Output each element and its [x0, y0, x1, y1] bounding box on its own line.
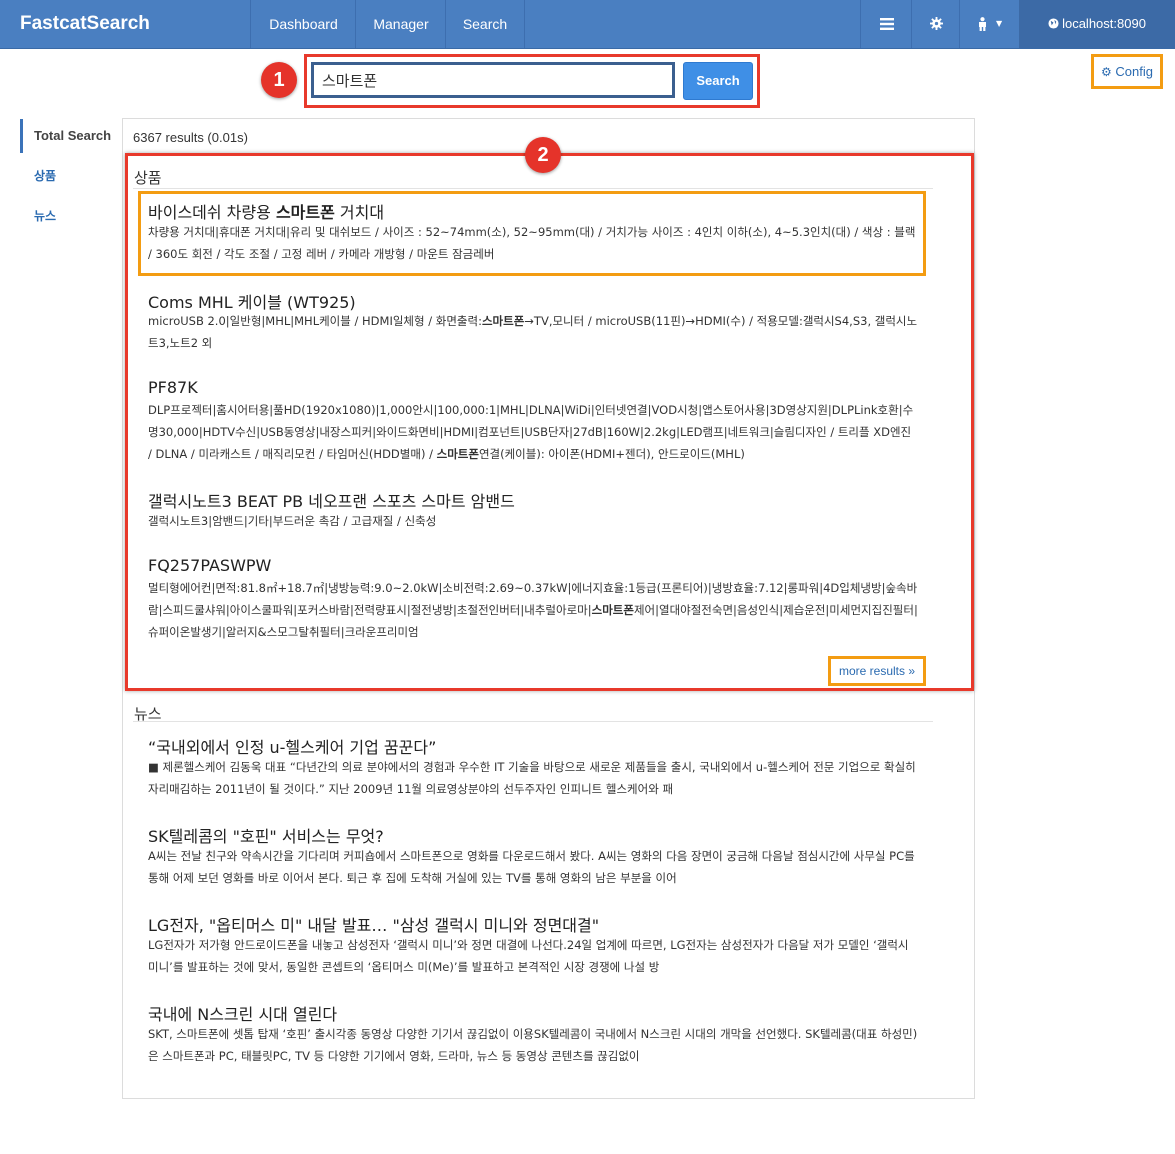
sidebar-item-products[interactable]: 상품 — [34, 167, 56, 184]
news-description: ■ 제론헬스케어 김동욱 대표 “다년간의 의료 분야에서의 경험과 우수한 I… — [148, 760, 916, 796]
host-selector[interactable]: localhost:8090 — [1019, 0, 1175, 48]
user-menu[interactable]: ▼ — [959, 0, 1020, 48]
section-divider — [133, 721, 933, 722]
nav-dashboard[interactable]: Dashboard — [250, 0, 356, 48]
section-divider — [133, 188, 933, 189]
callout-badge-1: 1 — [261, 62, 297, 98]
section-title-products: 상품 — [134, 169, 162, 187]
gear-icon[interactable] — [911, 0, 960, 48]
nav-search[interactable]: Search — [445, 0, 525, 48]
more-results-link[interactable]: more results » — [828, 656, 926, 686]
search-button[interactable]: Search — [683, 62, 753, 100]
news-title[interactable]: LG전자, "옵티머스 미" 내달 발표… "삼성 갤럭시 미니와 정면대결" — [148, 912, 599, 936]
news-title[interactable]: “국내외에서 인정 u-헬스케어 기업 꿈꾼다” — [148, 734, 436, 758]
sidebar-item-total-search[interactable]: Total Search — [20, 119, 122, 153]
config-label: Config — [1115, 64, 1153, 79]
user-icon — [978, 17, 986, 31]
config-button[interactable]: ⚙ Config — [1091, 54, 1163, 89]
brand-logo[interactable]: FastcatSearch — [20, 0, 150, 48]
product-description: microUSB 2.0|일반형|MHL|MHL케이블 / HDMI일체형 / … — [148, 314, 918, 350]
result-count: 6367 results (0.01s) — [133, 130, 248, 145]
host-label: localhost:8090 — [1062, 16, 1146, 31]
search-input[interactable] — [311, 62, 675, 98]
news-description: SKT, 스마트폰에 셋톱 탑재 ‘호핀’ 출시각종 동영상 다양한 기기서 끊… — [148, 1027, 918, 1063]
product-title[interactable]: 바이스데쉬 차량용 스마트폰 거치대 — [148, 199, 384, 223]
news-title[interactable]: 국내에 N스크린 시대 열린다 — [148, 1001, 337, 1025]
product-description: 차량용 거치대|휴대폰 거치대|유리 및 대쉬보드 / 사이즈 : 52~74m… — [148, 225, 916, 261]
news-description: A씨는 전날 친구와 약속시간을 기다리며 커피숍에서 스마트폰으로 영화를 다… — [148, 849, 915, 885]
list-icon[interactable] — [860, 0, 912, 48]
chevron-down-icon: ▼ — [995, 19, 1003, 28]
product-title[interactable]: FQ257PASWPW — [148, 556, 271, 575]
news-title[interactable]: SK텔레콤의 "호핀" 서비스는 무엇? — [148, 823, 384, 847]
product-title[interactable]: 갤럭시노트3 BEAT PB 네오프랜 스포츠 스마트 암밴드 — [148, 488, 515, 512]
top-navbar: FastcatSearch Dashboard Manager Search ▼… — [0, 0, 1175, 49]
callout-badge-2: 2 — [525, 137, 561, 173]
product-title[interactable]: PF87K — [148, 378, 198, 397]
product-description: 갤럭시노트3|암밴드|기타|부드러운 촉감 / 고급재질 / 신축성 — [148, 514, 437, 528]
globe-icon — [1048, 18, 1059, 29]
gear-icon: ⚙ — [1101, 65, 1112, 79]
product-description: 멀티형에어컨|면적:81.8㎡+18.7㎡|냉방능력:9.0~2.0kW|소비전… — [148, 581, 918, 639]
product-description: DLP프로젝터|홈시어터용|풀HD(1920x1080)|1,000안시|100… — [148, 403, 914, 461]
news-description: LG전자가 저가형 안드로이드폰을 내놓고 삼성전자 ‘갤럭시 미니’와 정면 … — [148, 938, 909, 974]
sidebar-item-news[interactable]: 뉴스 — [34, 207, 56, 224]
nav-manager[interactable]: Manager — [355, 0, 446, 48]
